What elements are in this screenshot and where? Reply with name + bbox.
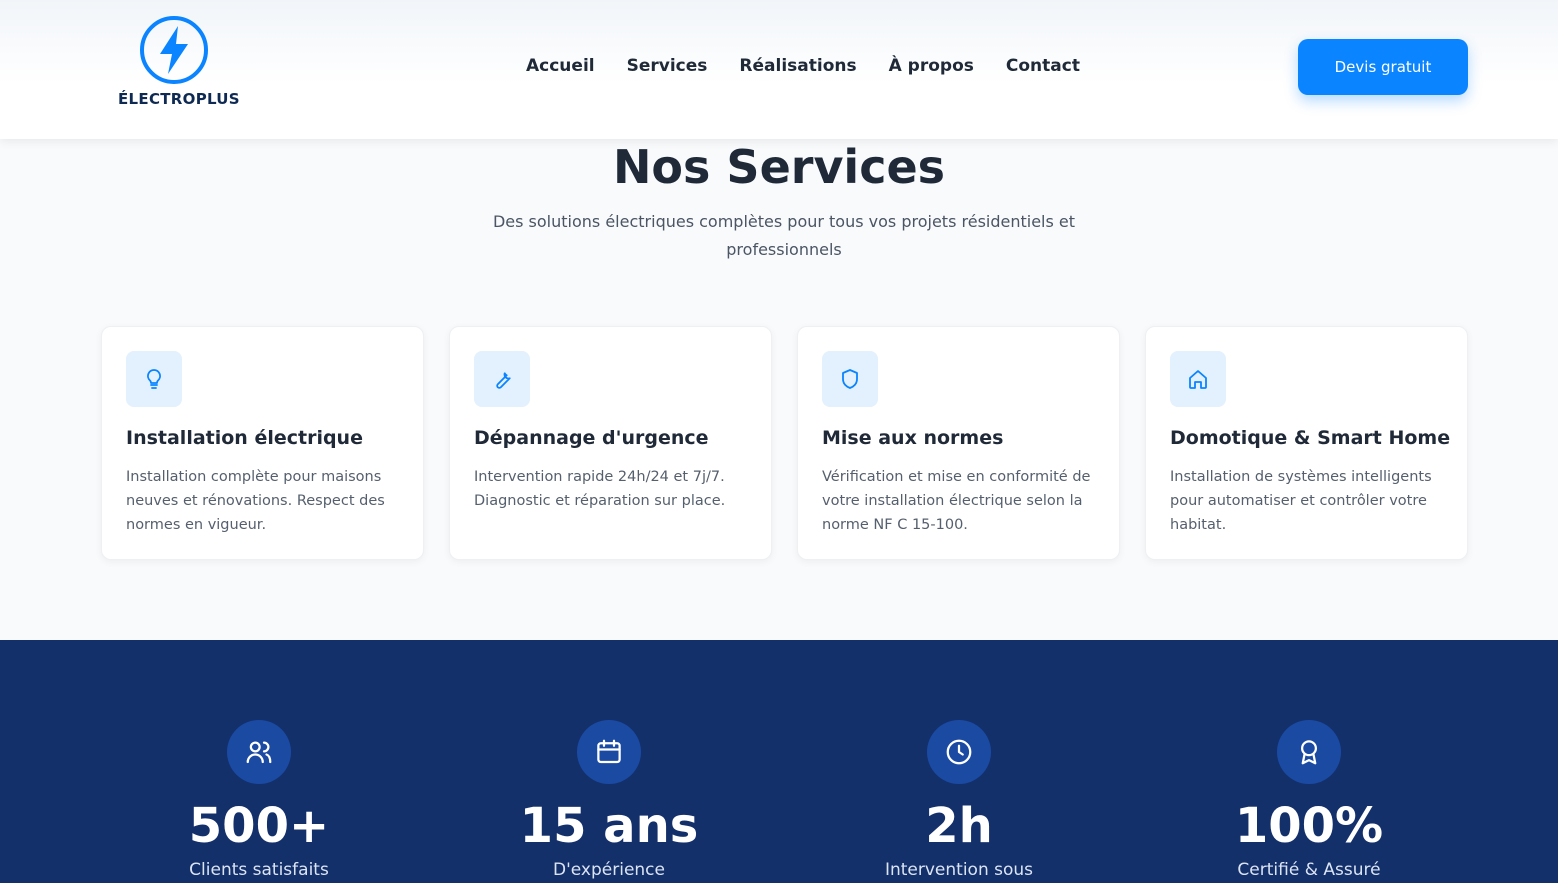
site-header: ÉLECTROPLUS Accueil Services Réalisation… bbox=[0, 0, 1558, 139]
service-card-description: Installation de systèmes intelligents po… bbox=[1170, 469, 1432, 533]
service-card-description: Vérification et mise en conformité de vo… bbox=[822, 469, 1091, 533]
nav-item-contact[interactable]: Contact bbox=[1006, 56, 1080, 80]
service-card-title: Dépannage d'urgence bbox=[474, 427, 709, 449]
calendar-icon bbox=[577, 720, 641, 784]
service-card-depannage[interactable]: Dépannage d'urgence Intervention rapide … bbox=[449, 326, 772, 560]
stat-value: 100% bbox=[1234, 798, 1384, 854]
service-card-domotique[interactable]: Domotique & Smart Home Installation de s… bbox=[1145, 326, 1468, 560]
service-card-installation[interactable]: Installation électrique Installation com… bbox=[101, 326, 424, 560]
stat-experience: 15 ans D'expérience bbox=[459, 720, 759, 880]
stat-label: Intervention sous bbox=[884, 860, 1034, 880]
stat-value: 15 ans bbox=[519, 798, 699, 854]
devis-gratuit-button[interactable]: Devis gratuit bbox=[1298, 39, 1468, 95]
services-subtitle: Des solutions électriques complètes pour… bbox=[492, 212, 1076, 259]
stats-section: 500+ Clients satisfaits 15 ans D'expérie… bbox=[0, 640, 1558, 883]
award-icon bbox=[1277, 720, 1341, 784]
lightning-bolt-icon bbox=[140, 16, 208, 84]
services-title: Nos Services bbox=[612, 140, 946, 194]
users-icon bbox=[227, 720, 291, 784]
stat-label: D'expérience bbox=[553, 860, 665, 880]
stat-certifie: 100% Certifié & Assuré bbox=[1159, 720, 1459, 880]
brand-logo[interactable]: ÉLECTROPLUS bbox=[118, 14, 240, 114]
stat-intervention: 2h Intervention sous bbox=[809, 720, 1109, 880]
wrench-icon bbox=[474, 351, 530, 407]
home-icon bbox=[1170, 351, 1226, 407]
main-nav: Accueil Services Réalisations À propos C… bbox=[526, 56, 1080, 80]
service-card-description: Installation complète pour maisons neuve… bbox=[126, 469, 385, 533]
stat-value: 2h bbox=[925, 798, 993, 854]
nav-item-realisations[interactable]: Réalisations bbox=[739, 56, 856, 80]
stat-label: Certifié & Assuré bbox=[1237, 860, 1381, 880]
stat-value: 500+ bbox=[188, 798, 330, 854]
service-card-mise-aux-normes[interactable]: Mise aux normes Vérification et mise en … bbox=[797, 326, 1120, 560]
service-card-title: Mise aux normes bbox=[822, 427, 1004, 449]
nav-item-a-propos[interactable]: À propos bbox=[889, 56, 974, 80]
nav-item-accueil[interactable]: Accueil bbox=[526, 56, 595, 80]
shield-icon bbox=[822, 351, 878, 407]
clock-icon bbox=[927, 720, 991, 784]
service-card-description: Intervention rapide 24h/24 et 7j/7. Diag… bbox=[474, 469, 726, 509]
lightbulb-icon bbox=[126, 351, 182, 407]
nav-item-services[interactable]: Services bbox=[627, 56, 708, 80]
stat-label: Clients satisfaits bbox=[189, 860, 329, 880]
brand-name: ÉLECTROPLUS bbox=[118, 90, 240, 108]
service-card-title: Installation électrique bbox=[126, 427, 363, 449]
stat-clients: 500+ Clients satisfaits bbox=[109, 720, 409, 880]
service-card-title: Domotique & Smart Home bbox=[1170, 427, 1451, 449]
